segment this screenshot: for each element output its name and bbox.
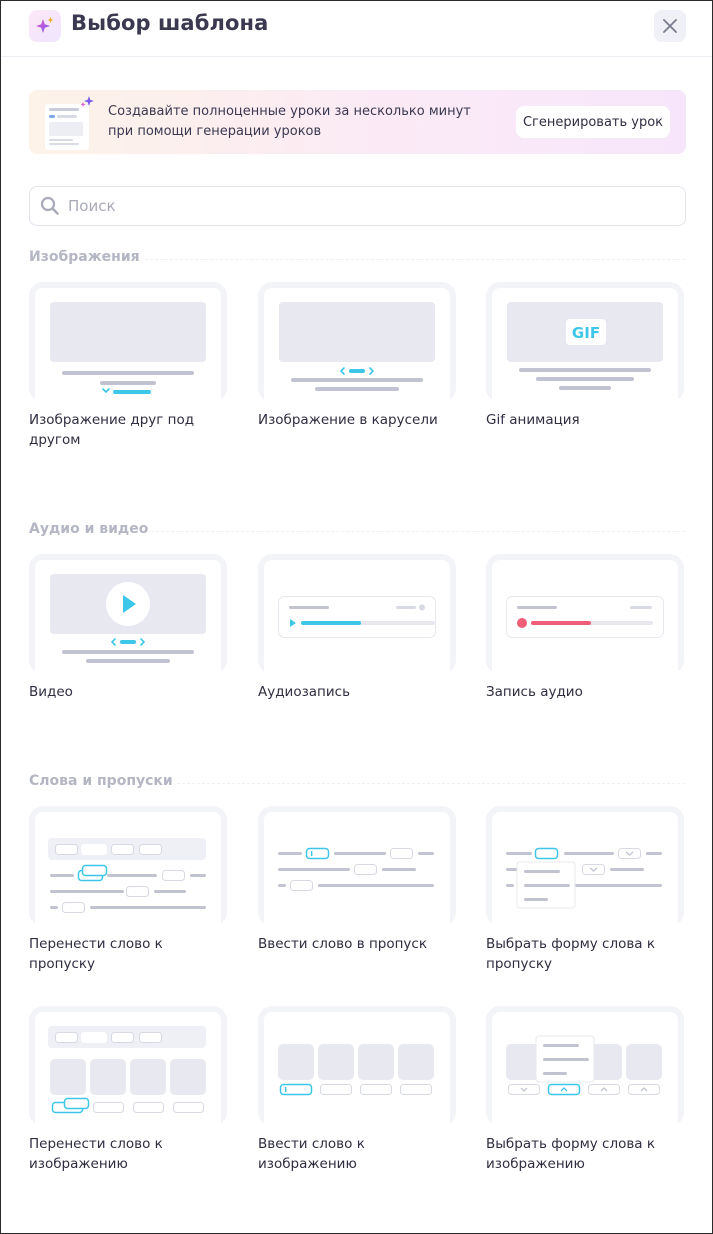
- generate-lesson-button[interactable]: Сгенерировать урок: [516, 106, 670, 138]
- template-card-gif[interactable]: GIF Gif анимация: [486, 282, 684, 430]
- card-thumbnail: [258, 806, 456, 926]
- search-box: [29, 186, 686, 226]
- template-card-drag-word-gap[interactable]: Перенести слово к пропуску: [29, 806, 227, 974]
- card-label: Выбрать форму слова к изображению: [486, 1136, 656, 1172]
- search-icon: [40, 196, 59, 215]
- template-card-select-form-gap[interactable]: Выбрать форму слова к пропуску: [486, 806, 684, 974]
- dialog-header: Выбор шаблона: [1, 1, 712, 57]
- close-button[interactable]: [654, 10, 686, 42]
- card-thumbnail: [258, 554, 456, 674]
- card-label: Изображение в карусели: [258, 412, 438, 428]
- card-label: Ввести слово в пропуск: [258, 936, 427, 952]
- card-thumbnail: [258, 282, 456, 402]
- template-card-type-word-gap[interactable]: Ввести слово в пропуск: [258, 806, 456, 954]
- generate-lesson-banner: Создавайте полноценные уроки за нескольк…: [29, 90, 686, 154]
- section-title-images: Изображения: [29, 249, 140, 265]
- template-card-image-stack[interactable]: Изображение друг под другом: [29, 282, 227, 450]
- card-label: Видео: [29, 684, 73, 700]
- template-card-audio-record[interactable]: Запись аудио: [486, 554, 684, 702]
- section-divider: [151, 531, 685, 532]
- sparkles-icon: [29, 10, 61, 42]
- card-thumbnail: [486, 1006, 684, 1126]
- template-card-image-carousel[interactable]: Изображение в карусели: [258, 282, 456, 430]
- section-title-words-gaps: Слова и пропуски: [29, 773, 173, 789]
- card-label: Запись аудио: [486, 684, 583, 700]
- card-thumbnail: GIF: [486, 282, 684, 402]
- close-icon: [663, 19, 677, 33]
- card-label: Ввести слово к изображению: [258, 1136, 365, 1172]
- card-thumbnail: [486, 806, 684, 926]
- section-title-audio-video: Аудио и видео: [29, 521, 149, 537]
- template-picker-dialog: Выбор шаблона Создавайте полноценные уро…: [0, 0, 713, 1234]
- card-label: Выбрать форму слова к пропуску: [486, 936, 656, 972]
- card-label: Перенести слово к изображению: [29, 1136, 163, 1172]
- template-card-drag-word-image[interactable]: Перенести слово к изображению: [29, 1006, 227, 1174]
- banner-text: Создавайте полноценные уроки за нескольк…: [108, 102, 488, 142]
- template-card-select-form-image[interactable]: Выбрать форму слова к изображению: [486, 1006, 684, 1174]
- card-label: Аудиозапись: [258, 684, 351, 700]
- search-input[interactable]: [68, 194, 668, 218]
- card-label: Gif анимация: [486, 412, 580, 428]
- gif-badge: GIF: [572, 324, 600, 342]
- template-card-audio[interactable]: Аудиозапись: [258, 554, 456, 702]
- card-label: Перенести слово к пропуску: [29, 936, 163, 972]
- card-thumbnail: [29, 806, 227, 926]
- section-divider: [177, 783, 685, 784]
- template-card-type-word-image[interactable]: Ввести слово к изображению: [258, 1006, 456, 1174]
- card-thumbnail: [29, 282, 227, 402]
- template-card-video[interactable]: Видео: [29, 554, 227, 702]
- card-thumbnail: [29, 554, 227, 674]
- page-title: Выбор шаблона: [71, 11, 269, 35]
- lesson-illustration-icon: [45, 96, 94, 150]
- banner-text-line-2: при помощи генерации уроков: [108, 124, 322, 139]
- card-thumbnail: [486, 554, 684, 674]
- banner-text-line-1: Создавайте полноценные уроки за нескольк…: [108, 104, 471, 119]
- card-thumbnail: [258, 1006, 456, 1126]
- section-divider: [145, 259, 685, 260]
- card-label: Изображение друг под другом: [29, 412, 195, 448]
- card-thumbnail: [29, 1006, 227, 1126]
